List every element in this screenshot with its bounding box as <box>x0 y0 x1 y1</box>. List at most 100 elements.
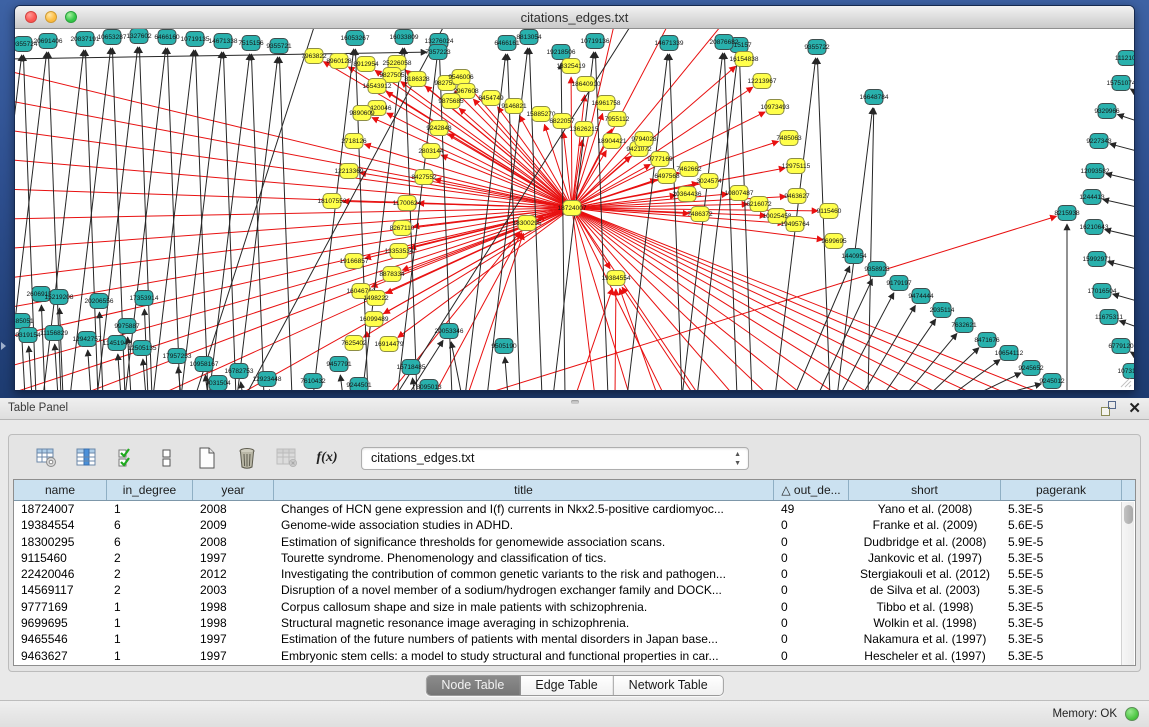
graph-node[interactable]: 20206556 <box>85 294 114 309</box>
graph-node[interactable]: 15751074 <box>1107 76 1134 91</box>
graph-node[interactable]: 8186328 <box>404 72 430 87</box>
column-header-title[interactable]: title <box>274 480 774 500</box>
graph-node[interactable]: 16053267 <box>341 31 370 46</box>
graph-edge[interactable] <box>571 77 572 208</box>
graph-node[interactable]: 2718126 <box>341 134 367 149</box>
graph-node[interactable]: 8471676 <box>974 333 1000 348</box>
close-panel-icon[interactable]: ✕ <box>1128 401 1141 416</box>
graph-node[interactable]: 2935114 <box>930 303 955 318</box>
graph-node[interactable]: 8095013 <box>416 380 442 391</box>
graph-node[interactable]: 9227343 <box>1086 134 1112 149</box>
graph-node[interactable]: 9355721 <box>266 39 292 54</box>
graph-node[interactable]: 9463627 <box>784 189 810 204</box>
graph-edge[interactable] <box>620 288 658 390</box>
tab-node-table[interactable]: Node Table <box>426 676 520 695</box>
table-row[interactable]: 1830029562008Estimation of significance … <box>14 534 1135 550</box>
show-columns-button[interactable] <box>75 446 99 470</box>
graph-edge[interactable] <box>195 29 315 390</box>
column-header-pagerank[interactable]: pagerank <box>1001 480 1122 500</box>
graph-edge[interactable] <box>739 56 752 390</box>
graph-edge[interactable] <box>563 132 572 208</box>
graph-edge[interactable] <box>572 208 735 390</box>
column-header-year[interactable]: year <box>193 480 274 500</box>
graph-node[interactable]: 9329966 <box>1094 104 1120 119</box>
graph-edge[interactable] <box>241 382 243 390</box>
graph-node[interactable]: 10719135 <box>181 32 210 47</box>
graph-node[interactable]: 1440954 <box>841 249 867 264</box>
graph-node[interactable]: 7486372 <box>687 207 713 222</box>
graph-edge[interactable] <box>88 350 91 390</box>
graph-node[interactable]: 7485063 <box>776 131 802 146</box>
graph-edge[interactable] <box>615 289 616 390</box>
graph-node[interactable]: 6779120 <box>1108 339 1134 354</box>
graph-node[interactable]: 16782753 <box>225 364 254 379</box>
graph-node[interactable]: 2803144 <box>418 144 444 159</box>
graph-node[interactable]: 20837191 <box>71 32 100 47</box>
table-row[interactable]: 946362711997Embryonic stem cells: a mode… <box>14 648 1135 664</box>
graph-node[interactable]: 8813054 <box>516 30 542 45</box>
graph-node[interactable]: 9457791 <box>326 357 352 372</box>
table-mode-button[interactable] <box>35 446 59 470</box>
create-column-button[interactable] <box>195 446 219 470</box>
select-columns-button[interactable] <box>115 446 139 470</box>
graph-node[interactable]: 7625402 <box>341 336 367 351</box>
graph-edge[interactable] <box>817 58 830 390</box>
graph-edge[interactable] <box>794 266 850 390</box>
scrollbar-thumb[interactable] <box>1124 505 1133 524</box>
graph-node[interactable]: 8960128 <box>326 54 352 69</box>
column-header-name[interactable]: name <box>14 480 107 500</box>
table-vertical-scrollbar[interactable] <box>1121 502 1134 666</box>
graph-node[interactable]: 6216072 <box>746 197 772 212</box>
graph-edge[interactable] <box>561 63 565 390</box>
graph-node[interactable]: 7515156 <box>238 36 264 51</box>
graph-edge[interactable] <box>1103 199 1134 207</box>
graph-edge[interactable] <box>697 56 738 390</box>
tab-network-table[interactable]: Network Table <box>614 676 723 695</box>
graph-node[interactable]: 9031504 <box>205 376 231 391</box>
graph-node[interactable]: 10958167 <box>190 357 219 372</box>
graph-node[interactable]: 7963822 <box>301 49 327 64</box>
graph-node[interactable]: 9319154 <box>15 328 41 343</box>
graph-edge[interactable] <box>724 53 737 390</box>
graph-node[interactable]: 7955112 <box>605 112 630 127</box>
graph-edge[interactable] <box>1110 144 1134 151</box>
table-row[interactable]: 2242004622012Investigating the contribut… <box>14 566 1135 582</box>
table-row[interactable]: 969969511998Structural magnetic resonanc… <box>14 615 1135 631</box>
graph-edge[interactable] <box>41 305 45 390</box>
collapse-panel-arrow-icon[interactable] <box>1 342 6 350</box>
graph-edge[interactable] <box>1117 114 1134 121</box>
resize-grip-icon[interactable] <box>1120 376 1132 388</box>
graph-node[interactable]: 3024574 <box>696 174 722 189</box>
graph-node[interactable]: 9505190 <box>491 339 517 354</box>
graph-node[interactable]: 9244501 <box>346 378 372 391</box>
table-row[interactable]: 911546021997Tourette syndrome. Phenomeno… <box>14 550 1135 566</box>
graph-edge[interactable] <box>1113 294 1134 301</box>
graph-node[interactable]: 9474444 <box>908 289 934 304</box>
graph-node[interactable]: 7462662 <box>676 162 702 177</box>
graph-edge[interactable] <box>1108 262 1134 269</box>
graph-node[interactable]: 10654112 <box>995 346 1024 361</box>
graph-edge[interactable] <box>572 208 910 390</box>
memory-status-icon[interactable] <box>1125 707 1139 721</box>
graph-edge[interactable] <box>1130 89 1134 93</box>
table-row[interactable]: 1872400712008Changes of HCN gene express… <box>14 501 1135 517</box>
graph-node[interactable]: 16154838 <box>730 52 759 67</box>
table-row[interactable]: 1938455462009Genome-wide association stu… <box>14 517 1135 533</box>
graph-edge[interactable] <box>927 348 979 390</box>
graph-node[interactable]: 9355722 <box>804 40 830 55</box>
graph-node[interactable]: 16961758 <box>592 96 621 111</box>
graph-node[interactable]: 20053346 <box>435 324 464 339</box>
column-header-in_degree[interactable]: in_degree <box>107 480 193 500</box>
graph-node[interactable]: 9242848 <box>426 121 452 136</box>
graph-edge[interactable] <box>451 342 462 390</box>
graph-node[interactable]: 11156829 <box>40 326 68 341</box>
graph-node[interactable]: 14671338 <box>209 34 238 49</box>
graph-node[interactable]: 11700624 <box>393 196 422 211</box>
graph-node[interactable]: 12213967 <box>748 74 777 89</box>
graph-edge[interactable] <box>1119 321 1134 327</box>
graph-node[interactable]: 19218506 <box>547 45 576 60</box>
graph-node[interactable]: 17957253 <box>163 349 192 364</box>
graph-node[interactable]: 1112104 <box>1115 51 1134 66</box>
splitter-handle[interactable] <box>571 400 579 404</box>
graph-edge[interactable] <box>29 346 32 390</box>
